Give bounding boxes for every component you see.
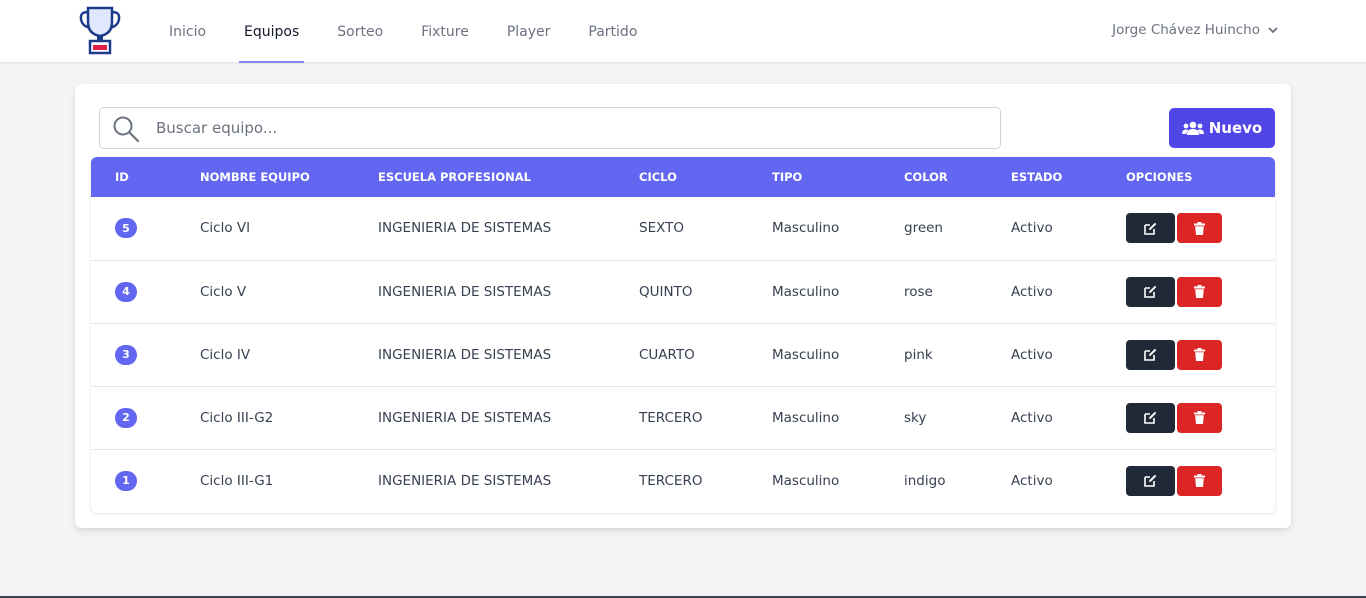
id-badge: 4 (115, 281, 137, 302)
delete-button[interactable] (1177, 213, 1222, 244)
team-status: Activo (1011, 283, 1053, 300)
team-cycle: TERCERO (639, 409, 703, 426)
nav-sorteo[interactable]: Sorteo (318, 0, 402, 63)
trash-icon (1194, 474, 1205, 488)
team-type: Masculino (772, 472, 840, 489)
teams-card: Nuevo ID NOMBRE EQUIPO ESCUELA PROFESION… (75, 84, 1291, 528)
team-name: Ciclo VI (200, 220, 251, 237)
users-icon (1181, 121, 1204, 135)
team-name: Ciclo IV (200, 346, 251, 363)
table-row: 1 Ciclo III-G1 INGENIERIA DE SISTEMAS TE… (91, 449, 1275, 512)
team-color: green (904, 220, 943, 237)
edit-icon (1144, 475, 1157, 488)
header-tipo: TIPO (772, 170, 803, 184)
user-name: Jorge Chávez Huincho (1112, 22, 1260, 38)
id-badge: 2 (115, 407, 137, 428)
team-color: indigo (904, 472, 946, 489)
team-school: INGENIERIA DE SISTEMAS (378, 220, 552, 237)
team-color: pink (904, 346, 933, 363)
team-type: Masculino (772, 220, 840, 237)
nav-equipos[interactable]: Equipos (225, 0, 318, 63)
team-name: Ciclo III-G1 (200, 472, 274, 489)
search-input[interactable] (156, 108, 986, 148)
team-name: Ciclo V (200, 283, 247, 300)
id-badge: 3 (115, 344, 137, 365)
header-estado: ESTADO (1011, 170, 1063, 184)
team-school: INGENIERIA DE SISTEMAS (378, 472, 552, 489)
header-escuela-profesional: ESCUELA PROFESIONAL (378, 170, 531, 184)
trash-icon (1194, 411, 1205, 424)
search-box (99, 107, 1001, 149)
table-body: 5 Ciclo VI INGENIERIA DE SISTEMAS SEXTO … (91, 197, 1275, 512)
team-school: INGENIERIA DE SISTEMAS (378, 283, 552, 300)
delete-button[interactable] (1177, 402, 1222, 433)
team-name: Ciclo III-G2 (200, 409, 274, 426)
table-row: 3 Ciclo IV INGENIERIA DE SISTEMAS CUARTO… (91, 323, 1275, 386)
edit-button[interactable] (1126, 465, 1175, 496)
header-nombre-equipo: NOMBRE EQUIPO (200, 170, 310, 184)
team-type: Masculino (772, 346, 840, 363)
new-team-button[interactable]: Nuevo (1169, 108, 1275, 148)
edit-icon (1144, 411, 1157, 424)
nav-player[interactable]: Player (488, 0, 570, 63)
team-school: INGENIERIA DE SISTEMAS (378, 409, 552, 426)
team-school: INGENIERIA DE SISTEMAS (378, 346, 552, 363)
trash-icon (1194, 348, 1205, 361)
search-icon (113, 116, 140, 143)
header-color: COLOR (904, 170, 948, 184)
nav-inicio[interactable]: Inicio (150, 0, 225, 63)
team-cycle: TERCERO (639, 472, 703, 489)
edit-button[interactable] (1126, 276, 1175, 307)
id-badge: 5 (115, 218, 137, 239)
team-color: sky (904, 409, 927, 426)
edit-icon (1144, 285, 1157, 298)
edit-icon (1144, 348, 1157, 361)
delete-button[interactable] (1177, 276, 1222, 307)
table-row: 5 Ciclo VI INGENIERIA DE SISTEMAS SEXTO … (91, 197, 1275, 260)
team-status: Activo (1011, 472, 1053, 489)
team-cycle: CUARTO (639, 346, 695, 363)
team-cycle: SEXTO (639, 220, 684, 237)
team-status: Activo (1011, 346, 1053, 363)
id-badge: 1 (115, 470, 137, 491)
team-status: Activo (1011, 409, 1053, 426)
main-nav: Inicio Equipos Sorteo Fixture Player Par… (150, 0, 656, 63)
table-row: 4 Ciclo V INGENIERIA DE SISTEMAS QUINTO … (91, 260, 1275, 323)
delete-button[interactable] (1177, 339, 1222, 370)
trash-icon (1194, 221, 1205, 235)
new-button-label: Nuevo (1208, 119, 1263, 137)
edit-button[interactable] (1126, 213, 1175, 244)
team-color: rose (904, 283, 933, 300)
nav-fixture[interactable]: Fixture (402, 0, 488, 63)
chevron-down-icon (1268, 26, 1278, 33)
trash-icon (1194, 285, 1205, 298)
header-opciones: OPCIONES (1126, 170, 1193, 184)
team-type: Masculino (772, 409, 840, 426)
navbar: Inicio Equipos Sorteo Fixture Player Par… (0, 0, 1366, 63)
teams-table: ID NOMBRE EQUIPO ESCUELA PROFESIONAL CIC… (91, 157, 1275, 512)
teams-table-wrapper: ID NOMBRE EQUIPO ESCUELA PROFESIONAL CIC… (91, 157, 1275, 513)
edit-button[interactable] (1126, 339, 1175, 370)
header-ciclo: CICLO (639, 170, 677, 184)
delete-button[interactable] (1177, 465, 1222, 496)
team-cycle: QUINTO (639, 283, 693, 300)
team-status: Activo (1011, 220, 1053, 237)
team-type: Masculino (772, 283, 840, 300)
trophy-icon[interactable] (78, 4, 122, 56)
nav-partido[interactable]: Partido (569, 0, 656, 63)
user-menu[interactable]: Jorge Chávez Huincho (1112, 0, 1278, 60)
header-id: ID (115, 170, 129, 184)
table-row: 2 Ciclo III-G2 INGENIERIA DE SISTEMAS TE… (91, 386, 1275, 449)
edit-icon (1144, 222, 1157, 235)
table-header: ID NOMBRE EQUIPO ESCUELA PROFESIONAL CIC… (91, 157, 1275, 197)
edit-button[interactable] (1126, 402, 1175, 433)
